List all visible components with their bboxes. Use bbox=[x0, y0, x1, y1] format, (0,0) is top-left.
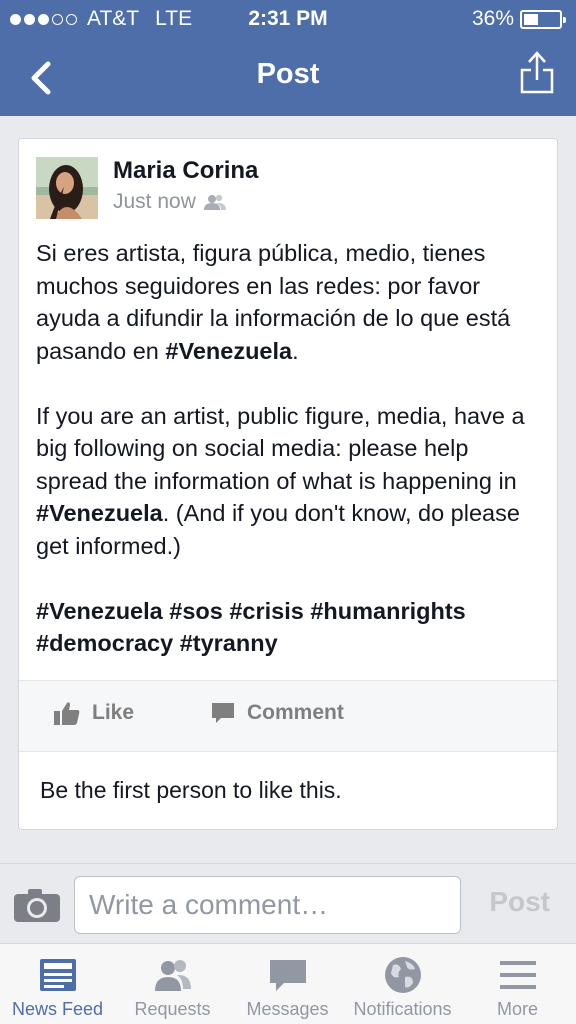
tab-more[interactable]: More bbox=[460, 944, 575, 1024]
tab-label: Notifications bbox=[353, 999, 452, 1019]
post-hashtags: #Venezuela #sos #crisis #humanrights #de… bbox=[36, 595, 546, 660]
paragraph-end: . bbox=[292, 337, 299, 364]
post-paragraph-spanish: Si eres artista, figura pública, medio, … bbox=[36, 237, 546, 367]
tab-requests[interactable]: Requests bbox=[115, 944, 230, 1024]
tab-bar: News Feed Requests Messages Notification… bbox=[0, 943, 576, 1024]
post-timestamp: Just now bbox=[113, 190, 196, 213]
author-name[interactable]: Maria Corina bbox=[113, 157, 258, 185]
battery-info: 36% bbox=[471, 7, 566, 31]
comment-button[interactable]: Comment bbox=[211, 701, 344, 725]
tab-label: News Feed bbox=[11, 999, 104, 1019]
menu-icon bbox=[499, 961, 536, 989]
post-comment-button[interactable]: Post bbox=[489, 886, 550, 918]
camera-button[interactable] bbox=[14, 888, 60, 922]
thumbs-up-icon bbox=[54, 702, 80, 725]
like-button[interactable]: Like bbox=[54, 701, 134, 725]
header: AT&T LTE 2:31 PM 36% Post bbox=[0, 0, 576, 116]
share-button[interactable] bbox=[520, 50, 554, 94]
friends-icon bbox=[203, 194, 226, 210]
like-label: Like bbox=[92, 701, 135, 724]
hashtags-line-2[interactable]: #democracy #tyranny bbox=[36, 630, 278, 656]
friend-requests-icon bbox=[154, 960, 191, 991]
post-body: Si eres artista, figura pública, medio, … bbox=[36, 237, 546, 660]
hashtag-link[interactable]: #Venezuela bbox=[165, 338, 292, 364]
globe-icon bbox=[384, 957, 421, 993]
post-paragraph-english: If you are an artist, public figure, med… bbox=[36, 400, 546, 563]
tab-label: Requests bbox=[134, 999, 211, 1019]
status-bar: AT&T LTE 2:31 PM 36% bbox=[0, 0, 576, 40]
comment-icon bbox=[212, 703, 234, 723]
news-feed-icon bbox=[39, 959, 76, 991]
post-card: Maria Corina Just now Si eres artista, f… bbox=[18, 138, 558, 830]
post-meta: Just now bbox=[113, 190, 226, 214]
camera-icon bbox=[14, 889, 60, 922]
comment-input[interactable] bbox=[74, 876, 461, 934]
page-title: Post bbox=[256, 58, 320, 90]
hashtag-link[interactable]: #Venezuela bbox=[36, 500, 163, 526]
hashtags-line-1[interactable]: #Venezuela #sos #crisis #humanrights bbox=[36, 598, 466, 624]
paragraph-text: If you are an artist, public figure, med… bbox=[36, 402, 525, 494]
tab-label: Messages bbox=[246, 999, 329, 1019]
likes-summary: Be the first person to like this. bbox=[40, 777, 342, 803]
battery-icon bbox=[520, 9, 566, 29]
battery-percent: 36% bbox=[471, 7, 514, 30]
share-icon bbox=[520, 51, 554, 94]
comment-bar: Post bbox=[0, 863, 576, 943]
messages-icon bbox=[269, 960, 306, 991]
tab-label: More bbox=[496, 999, 538, 1019]
tab-messages[interactable]: Messages bbox=[230, 944, 345, 1024]
nav-bar: Post bbox=[0, 44, 576, 110]
comment-label: Comment bbox=[247, 701, 344, 724]
avatar[interactable] bbox=[36, 157, 98, 219]
post-actions: Like Comment bbox=[19, 680, 557, 752]
tab-notifications[interactable]: Notifications bbox=[345, 944, 460, 1024]
tab-news-feed[interactable]: News Feed bbox=[0, 944, 115, 1024]
